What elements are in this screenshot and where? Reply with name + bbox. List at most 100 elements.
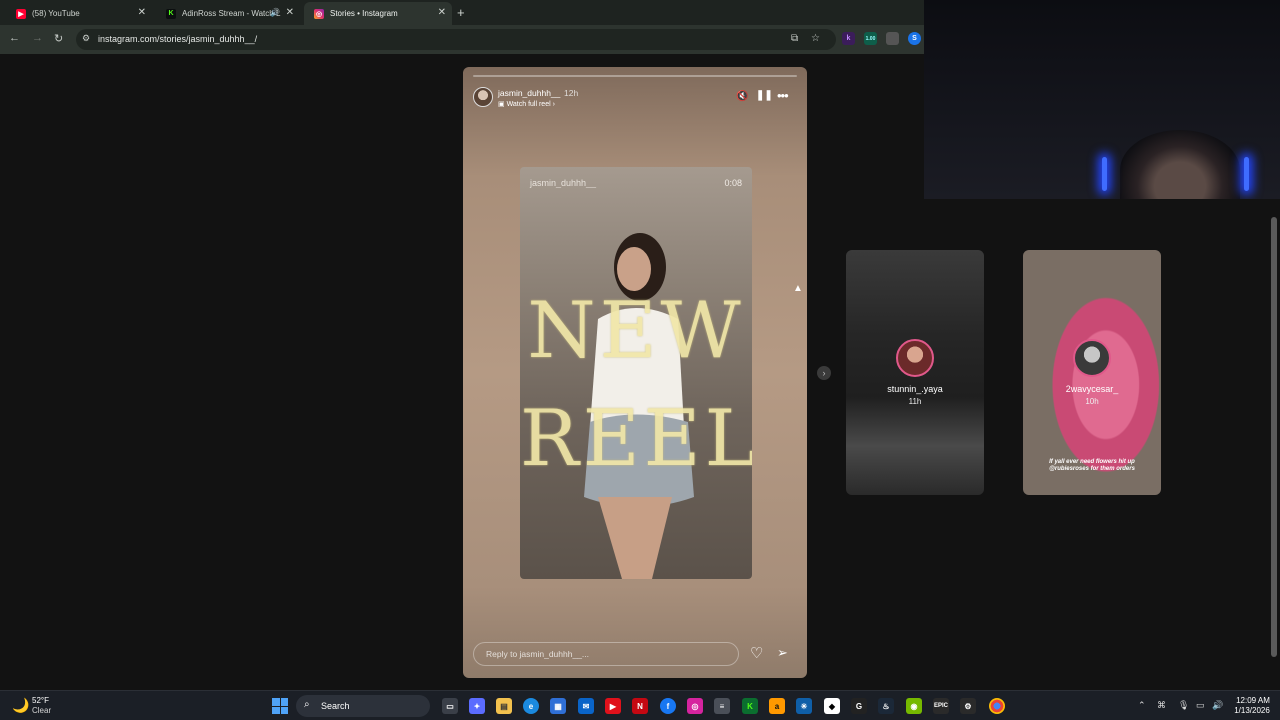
watch-full-reel-link[interactable]: ▣ Watch full reel › <box>498 100 555 108</box>
overlay-line-1: NEW <box>527 286 745 376</box>
mute-icon[interactable]: 🔇 <box>736 91 748 102</box>
volume-icon[interactable]: 🔊 <box>1212 700 1223 711</box>
watch-full-label: Watch full reel <box>506 101 551 108</box>
windows-start-icon[interactable] <box>272 698 288 714</box>
preview-username: 2wavycesar_ <box>1065 384 1119 394</box>
clapper-icon[interactable]: ≡ <box>714 698 730 714</box>
snowflake-app-icon[interactable]: ✳ <box>796 698 812 714</box>
network-icon[interactable]: ⌘ <box>1157 700 1166 711</box>
copilot-icon[interactable]: ✦ <box>469 698 485 714</box>
task-view-icon[interactable]: ▭ <box>442 698 458 714</box>
page-scrollbar[interactable] <box>1271 205 1277 685</box>
epic-games-icon[interactable]: EPIC <box>933 698 949 714</box>
story-viewer[interactable]: jasmin_duhhh__ 12h ▣ Watch full reel › 🔇… <box>463 67 807 678</box>
browser-toolbar: ← → ↻ ⚙ instagram.com/stories/jasmin_duh… <box>0 25 924 54</box>
webcam-light-left <box>1102 157 1107 191</box>
preview-caption: If yall ever need flowers hit up @rubies… <box>1023 459 1161 473</box>
webcam-light-right <box>1244 157 1249 191</box>
tab-title: Stories • Instagram <box>330 9 398 18</box>
preview-time: 11h <box>908 397 922 406</box>
reel-preview[interactable]: jasmin_duhhh__ 0:08 NEW REEL <box>520 167 752 579</box>
back-icon[interactable]: ← <box>9 32 20 44</box>
speaker-icon[interactable]: 🔊 <box>270 8 280 17</box>
g-app-icon[interactable]: G <box>851 698 867 714</box>
clock-date[interactable]: 1/13/2026 <box>1229 706 1275 715</box>
overlay-line-2: REEL <box>520 394 752 484</box>
extensions-puzzle-icon[interactable] <box>886 32 899 45</box>
reply-input[interactable]: Reply to jasmin_duhhh__... <box>473 642 739 666</box>
scrollbar-thumb[interactable] <box>1271 217 1277 657</box>
search-icon: ⌕ <box>304 699 310 710</box>
weather-temperature[interactable]: 52°F <box>32 696 49 705</box>
settings-gear-icon[interactable]: ⚙ <box>960 698 976 714</box>
close-icon[interactable]: ✕ <box>438 7 446 18</box>
story-username[interactable]: jasmin_duhhh__ <box>498 88 560 98</box>
forward-icon[interactable]: → <box>32 32 43 44</box>
taskbar-search[interactable]: ⌕ Search <box>296 695 430 717</box>
reply-placeholder: Reply to jasmin_duhhh__... <box>486 649 590 659</box>
tray-overflow-chevron-icon[interactable]: ⌃ <box>1138 700 1146 711</box>
steam-icon[interactable]: ♨ <box>878 698 894 714</box>
send-icon[interactable]: ➢ <box>777 645 788 661</box>
tab-youtube[interactable]: ▶ (58) YouTube ✕ <box>6 2 152 25</box>
tab-kick[interactable]: K AdinRoss Stream - Watch L 🔊 ✕ <box>156 2 300 25</box>
caption-line-2: @rubiesroses for them orders <box>1049 466 1135 472</box>
weather-description[interactable]: Clear <box>32 706 51 715</box>
close-icon[interactable]: ✕ <box>286 7 294 18</box>
address-bar[interactable]: ⚙ instagram.com/stories/jasmin_duhhh__/ <box>76 29 836 50</box>
microphone-icon[interactable]: 🎙 <box>1178 700 1189 711</box>
store-icon[interactable]: ▦ <box>550 698 566 714</box>
story-time: 12h <box>564 88 579 98</box>
netflix-icon[interactable]: N <box>632 698 648 714</box>
site-info-icon[interactable]: ⚙ <box>82 33 90 44</box>
youtube-icon: ▶ <box>16 8 26 19</box>
youtube-app-icon[interactable]: ▶ <box>605 698 621 714</box>
instagram-app-icon[interactable]: ◎ <box>687 698 703 714</box>
pause-icon[interactable]: ❚❚ <box>756 90 773 101</box>
facebook-icon[interactable]: f <box>660 698 676 714</box>
outlook-icon[interactable]: ✉ <box>578 698 594 714</box>
profile-avatar-icon[interactable]: S <box>908 32 921 45</box>
kick-icon: K <box>166 8 176 19</box>
windows-taskbar: 🌙 52°F Clear ⌕ Search ▭ ✦ ▤ e ▦ ✉ ▶ N f … <box>0 690 1280 720</box>
new-tab-button[interactable]: + <box>457 5 465 20</box>
webcam-person <box>1120 130 1240 199</box>
clock-time[interactable]: 12:09 AM <box>1232 696 1274 705</box>
search-label: Search <box>321 701 350 711</box>
tab-instagram[interactable]: ◎ Stories • Instagram ✕ <box>304 2 452 25</box>
preview-avatar <box>1073 339 1111 377</box>
url-text[interactable]: instagram.com/stories/jasmin_duhhh__/ <box>98 34 257 44</box>
mouse-cursor-icon: ▲ <box>793 283 803 294</box>
nvidia-icon[interactable]: ◉ <box>906 698 922 714</box>
caption-line-1: If yall ever need flowers hit up <box>1049 459 1135 465</box>
chrome-icon[interactable] <box>989 698 1005 714</box>
extension-counter-icon[interactable]: 1.00 <box>864 32 877 45</box>
close-icon[interactable]: ✕ <box>138 7 146 18</box>
reel-overlay-text: NEW REEL <box>520 277 752 493</box>
next-story-arrow-icon[interactable]: › <box>817 366 831 380</box>
edge-icon[interactable]: e <box>523 698 539 714</box>
install-app-icon[interactable]: ⧉ <box>791 33 798 44</box>
browser-tab-bar: ▶ (58) YouTube ✕ K AdinRoss Stream - Wat… <box>0 0 924 25</box>
preview-time: 10h <box>1085 397 1099 406</box>
extension-k-icon[interactable]: k <box>842 32 855 45</box>
webcam-overlay <box>924 0 1280 199</box>
story-preview-1[interactable]: stunnin_.yaya 11h <box>846 250 984 495</box>
display-icon[interactable]: ▭ <box>1196 700 1205 711</box>
reload-icon[interactable]: ↻ <box>54 32 63 45</box>
story-progress-bar <box>473 75 797 77</box>
roblox-icon[interactable]: ◆ <box>824 698 840 714</box>
preview-avatar <box>896 339 934 377</box>
amazon-icon[interactable]: a <box>769 698 785 714</box>
weather-moon-icon[interactable]: 🌙 <box>12 697 29 714</box>
instagram-icon: ◎ <box>314 8 324 19</box>
file-explorer-icon[interactable]: ▤ <box>496 698 512 714</box>
story-avatar[interactable] <box>473 87 493 107</box>
tab-title: (58) YouTube <box>32 9 80 18</box>
more-options-icon[interactable]: ••• <box>777 88 789 103</box>
bookmark-star-icon[interactable]: ☆ <box>811 33 820 44</box>
story-preview-2[interactable]: 2wavycesar_ 10h If yall ever need flower… <box>1023 250 1161 495</box>
reel-username: jasmin_duhhh__ <box>530 178 597 188</box>
kick-app-icon[interactable]: K <box>742 698 758 714</box>
heart-icon[interactable]: ♡ <box>750 644 763 662</box>
